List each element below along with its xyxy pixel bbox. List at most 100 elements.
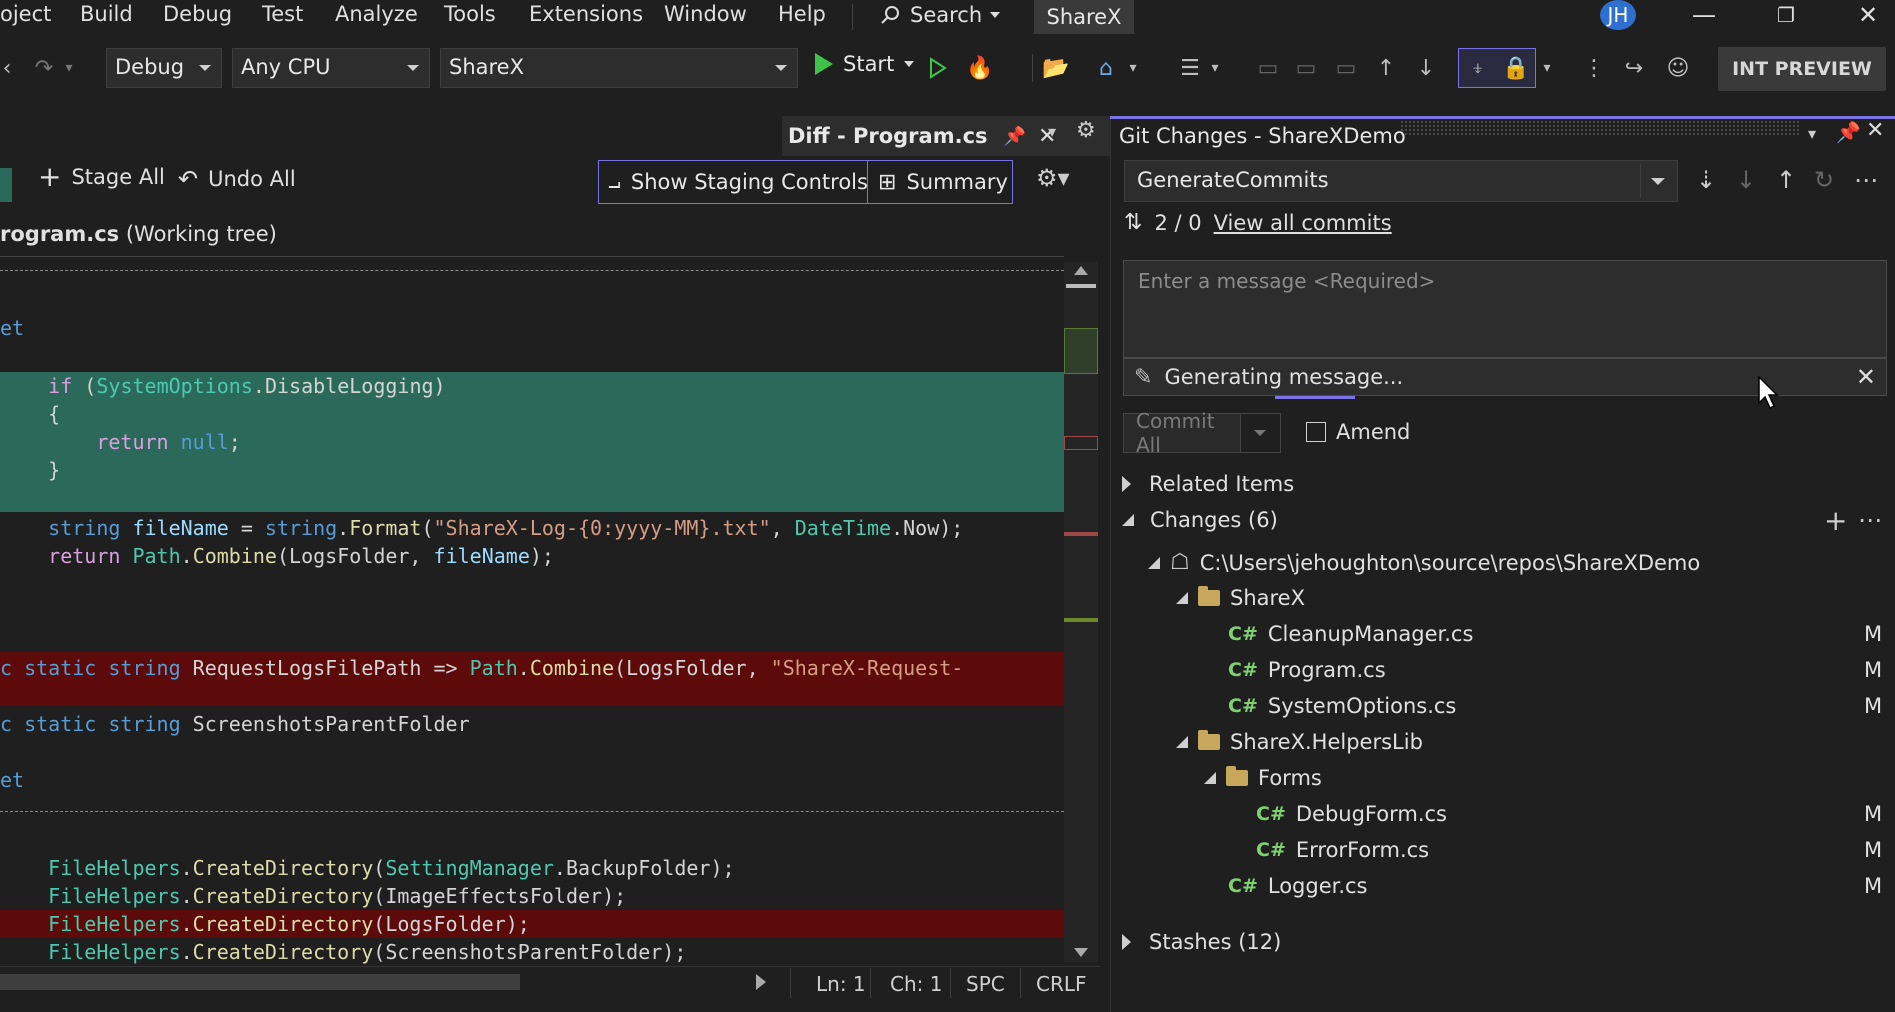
menu-extensions[interactable]: Extensions [529,2,643,26]
column-number[interactable]: Ch: 1 [890,972,942,996]
open-folder-icon[interactable]: 📂 [1042,54,1070,82]
comment-reply-icon[interactable]: ▭ [1292,54,1320,82]
more-options-icon[interactable]: ⋯ [1858,506,1882,534]
scroll-right-icon[interactable] [756,974,766,990]
tab-list-dropdown-icon[interactable]: ▾ [1048,122,1056,141]
push-icon[interactable]: ↑ [1776,166,1796,194]
share-icon[interactable]: ↪ [1620,54,1648,82]
collapse-diff-icon[interactable]: ⍖ [1464,54,1492,82]
tree-folder-sharex[interactable]: ShareX [1176,586,1305,610]
tab-diff-program[interactable]: Diff - Program.cs 📌 ✕ [782,116,1112,156]
stage-all-label: Stage All [71,165,165,189]
commit-all-button[interactable]: Commit All [1123,409,1241,457]
file-status-modified: M [1864,622,1883,646]
tree-folder-forms[interactable]: Forms [1204,766,1322,790]
menu-debug[interactable]: Debug [163,2,232,26]
line-number[interactable]: Ln: 1 [816,972,866,996]
horizontal-scroll-thumb[interactable] [0,974,520,990]
file-label: CleanupManager.cs [1267,622,1474,646]
chevron-down-icon[interactable]: ▾ [1208,54,1222,82]
menu-tools[interactable]: Tools [444,2,496,26]
more-options-icon[interactable]: ⋯ [1854,166,1878,194]
tree-file-logger[interactable]: C# Logger.cs [1228,874,1368,898]
scroll-up-icon[interactable] [1074,266,1088,275]
line-endings[interactable]: CRLF [1036,972,1087,996]
tree-repo-root[interactable]: ☖ C:\Users\jehoughton\source\repos\Share… [1148,550,1700,575]
tree-file-cleanup[interactable]: C# CleanupManager.cs [1228,622,1473,646]
comment-next-icon[interactable]: ▭ [1332,54,1360,82]
menu-analyze[interactable]: Analyze [335,2,418,26]
csharp-file-icon: C# [1256,803,1286,825]
related-items-section[interactable]: Related Items [1122,472,1294,496]
comment-icon[interactable]: ▭ [1254,54,1282,82]
diff-settings-icon[interactable]: ⚙▾ [1036,164,1070,192]
overflow-icon[interactable]: ⋮ [1580,54,1608,82]
scroll-thumb[interactable] [1066,284,1096,288]
code-line-create-effects: FileHelpers.CreateDirectory(ImageEffects… [48,884,627,908]
solution-name-tab[interactable]: ShareX [1034,0,1134,34]
tree-file-program[interactable]: C# Program.cs [1228,658,1386,682]
amend-checkbox[interactable]: Amend [1306,420,1410,444]
chevron-down-icon[interactable]: ‹ [0,54,14,82]
solution-platform-combo[interactable]: Any CPU [232,48,430,88]
plus-icon[interactable]: + [1824,504,1847,537]
deploy-icon[interactable]: ⌂ [1092,54,1120,82]
sync-icon[interactable]: ↻ [1814,166,1834,194]
indentation-mode[interactable]: SPC [966,972,1005,996]
window-position-icon[interactable]: ▾ [1808,124,1816,143]
drag-grip[interactable] [1400,120,1800,136]
redo-dropdown-icon[interactable]: ▾ [62,54,76,82]
solution-config-combo[interactable]: Debug [106,48,222,88]
feedback-icon[interactable]: ☺ [1664,54,1692,82]
diff-file-name: rogram.cs [0,222,120,246]
close-window-icon[interactable]: ✕ [1848,0,1888,30]
start-debugging-button[interactable]: Start [815,52,915,76]
int-preview-badge[interactable]: INT PREVIEW [1718,47,1886,91]
close-panel-icon[interactable]: ✕ [1866,118,1884,143]
hot-reload-icon[interactable]: 🔥 [966,54,994,82]
arrow-down-icon[interactable]: ↓ [1412,54,1440,82]
scroll-down-icon[interactable] [1074,948,1088,957]
changes-section[interactable]: Changes (6) [1122,508,1278,532]
document-layout-icon[interactable]: ☰ [1176,54,1204,82]
menu-window[interactable]: Window [664,2,747,26]
minimize-icon[interactable]: — [1684,0,1724,30]
menu-help[interactable]: Help [778,2,826,26]
play-icon [815,53,833,75]
undo-all-button[interactable]: ↶ Undo All [178,165,296,193]
tree-file-sysoptions[interactable]: C# SystemOptions.cs [1228,694,1456,718]
tree-folder-helperslib[interactable]: ShareX.HelpersLib [1176,730,1423,754]
view-all-commits-link[interactable]: View all commits [1214,211,1392,235]
menu-test[interactable]: Test [262,2,303,26]
stashes-section[interactable]: Stashes (12) [1122,930,1281,954]
show-staging-controls-button[interactable]: ⨼ Show Staging Controls [598,160,878,204]
diff-editor[interactable]: et if (SystemOptions.DisableLogging) { r… [0,258,1064,968]
pin-icon[interactable]: 📌 [1836,120,1861,144]
chevron-down-icon [1254,430,1266,436]
commit-options-dropdown[interactable] [1241,413,1281,453]
stage-all-button[interactable]: + Stage All [38,163,165,191]
menu-build[interactable]: Build [80,2,133,26]
start-without-debugging-icon[interactable] [924,54,952,82]
commit-message-input[interactable]: Enter a message <Required> [1123,260,1887,358]
startup-project-combo[interactable]: ShareX [440,48,798,88]
menu-project[interactable]: oject [0,2,51,26]
tree-file-debugform[interactable]: C# DebugForm.cs [1256,802,1447,826]
chevron-down-icon[interactable]: ▾ [1126,54,1140,82]
amend-checkbox-box[interactable] [1306,422,1326,442]
gear-icon[interactable]: ⚙ [1076,118,1096,143]
pull-icon[interactable]: ↓ [1736,166,1756,194]
avatar[interactable]: JH [1600,0,1636,30]
arrow-up-icon[interactable]: ↑ [1372,54,1400,82]
restore-icon[interactable]: ❐ [1766,0,1806,30]
fetch-icon[interactable]: ⇣ [1696,166,1716,194]
cancel-generation-icon[interactable]: ✕ [1856,363,1876,391]
branch-selector[interactable]: GenerateCommits [1124,160,1678,202]
tree-file-errorform[interactable]: C# ErrorForm.cs [1256,838,1429,862]
lock-icon[interactable]: 🔒 [1502,54,1530,82]
search-box[interactable]: Search [880,0,1001,30]
chevron-down-icon[interactable]: ▾ [1540,54,1554,82]
redo-icon[interactable]: ↷ [30,54,58,82]
pin-icon[interactable]: 📌 [1004,126,1026,147]
summary-button[interactable]: ⊞ Summary [868,160,1018,204]
